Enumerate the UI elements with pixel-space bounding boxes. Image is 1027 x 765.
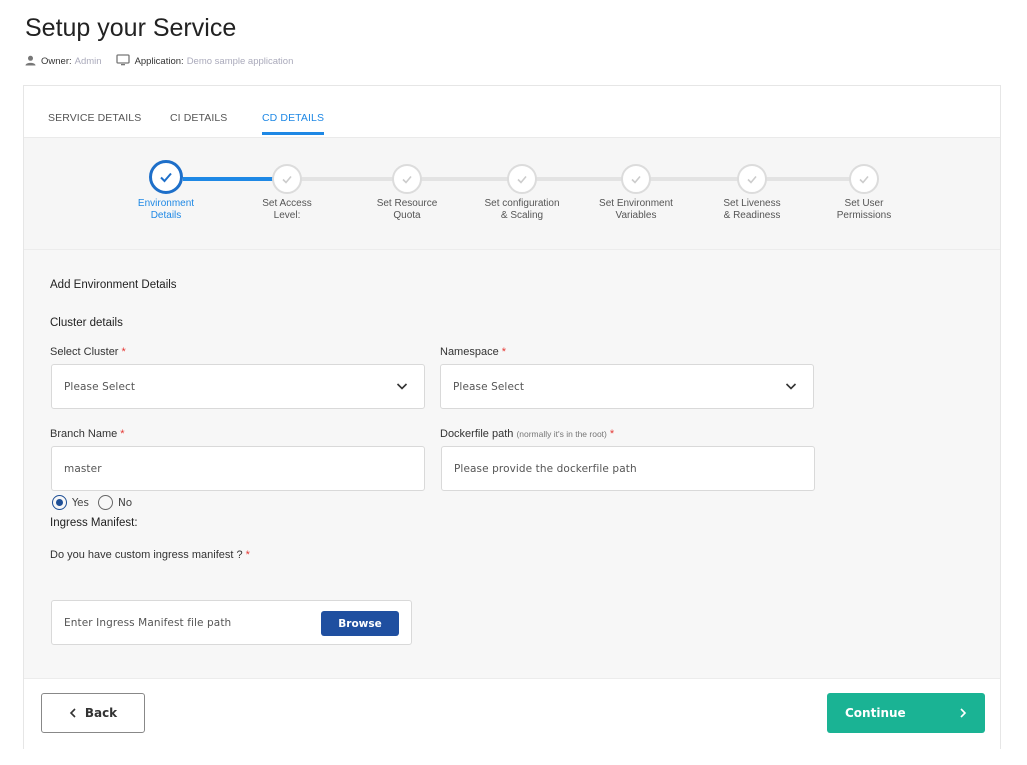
step-label: Set Access Level: (262, 198, 312, 221)
application-label: Application: (134, 56, 184, 67)
application-value: Demo sample application (186, 56, 294, 67)
step-label: Set configuration & Scaling (484, 198, 560, 221)
chevron-down-icon (785, 380, 797, 395)
environment-form: Add Environment Details Cluster details … (24, 250, 1000, 678)
radio-yes[interactable] (52, 495, 67, 510)
step-label: Environment Details (137, 198, 195, 221)
namespace-label: Namespace * (440, 346, 506, 358)
step-label: Set Liveness & Readiness (723, 198, 781, 221)
step-label: Set Resource Quota (376, 198, 438, 221)
select-cluster-label: Select Cluster * (50, 346, 126, 358)
monitor-icon (115, 54, 130, 69)
tab-cd-details[interactable]: CD DETAILS (262, 112, 325, 135)
branch-name-input[interactable]: master (51, 446, 425, 491)
continue-button[interactable]: Continue (827, 693, 985, 733)
owner-label: Owner: (41, 56, 72, 67)
step-resource-quota[interactable]: Set Resource Quota (347, 164, 467, 222)
radio-no-label: No (117, 496, 133, 509)
section-title: Add Environment Details (50, 279, 177, 291)
namespace-dropdown[interactable]: Please Select (440, 364, 814, 409)
owner-value: Admin (74, 56, 102, 67)
branch-name-label: Branch Name * (50, 428, 125, 440)
step-access-level[interactable]: Set Access Level: (227, 164, 347, 222)
check-icon (849, 164, 879, 194)
tab-service-details[interactable]: SERVICE DETAILS (48, 112, 141, 124)
select-cluster-dropdown[interactable]: Please Select (51, 364, 425, 409)
browse-button[interactable]: Browse (321, 611, 399, 636)
user-icon (25, 55, 36, 69)
chevron-down-icon (396, 380, 408, 395)
step-liveness-readiness[interactable]: Set Liveness & Readiness (692, 164, 812, 222)
back-button[interactable]: Back (41, 693, 145, 733)
radio-yes-label: Yes (72, 496, 89, 509)
cluster-heading: Cluster details (50, 317, 123, 329)
form-footer: Back Continue (24, 678, 1000, 750)
check-icon (149, 160, 183, 194)
ingress-radio-group: Yes No (52, 495, 1027, 510)
chevron-right-icon (959, 708, 967, 718)
check-icon (621, 164, 651, 194)
check-icon (272, 164, 302, 194)
ingress-question: Do you have custom ingress manifest ? * (50, 549, 250, 561)
step-configuration-scaling[interactable]: Set configuration & Scaling (462, 164, 582, 222)
progress-stepper: Environment Details Set Access Level: Set … (24, 138, 1000, 250)
step-environment-variables[interactable]: Set Environment Variables (576, 164, 696, 222)
check-icon (737, 164, 767, 194)
step-label: Set User Permissions (836, 198, 892, 221)
step-label: Set Environment Variables (599, 198, 673, 221)
page-meta: Owner: Admin Application: Demo sample ap… (25, 54, 307, 69)
continue-label: Continue (845, 706, 906, 720)
check-icon (507, 164, 537, 194)
step-environment-details[interactable]: Environment Details (106, 160, 226, 222)
setup-card: SERVICE DETAILS CI DETAILS CD DETAILS En… (23, 85, 1001, 750)
dockerfile-path-label: Dockerfile path (normally it's in the ro… (440, 428, 615, 440)
back-label: Back (84, 706, 118, 720)
dockerfile-path-input[interactable]: Please provide the dockerfile path (441, 446, 815, 491)
radio-no[interactable] (97, 495, 113, 510)
tab-bar: SERVICE DETAILS CI DETAILS CD DETAILS (24, 86, 1000, 138)
step-user-permissions[interactable]: Set User Permissions (804, 164, 924, 222)
ingress-heading: Ingress Manifest: (50, 517, 138, 529)
tab-ci-details[interactable]: CI DETAILS (170, 112, 227, 124)
chevron-left-icon (69, 708, 77, 718)
ingress-path-input[interactable]: Enter Ingress Manifest file path Browse (51, 600, 412, 645)
page-title: Setup your Service (25, 14, 237, 42)
check-icon (392, 164, 422, 194)
